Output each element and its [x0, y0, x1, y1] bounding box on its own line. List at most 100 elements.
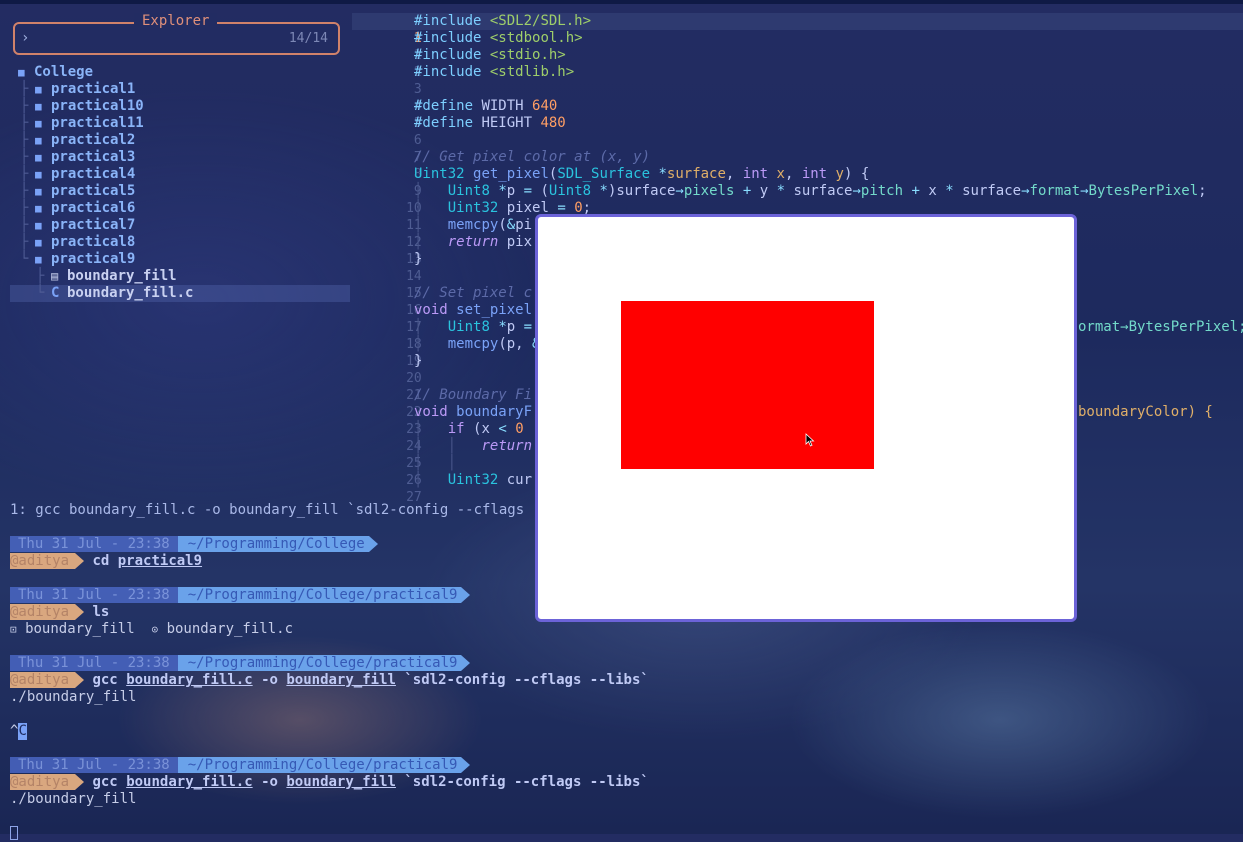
folder-label: practical10: [51, 98, 144, 114]
powerline-arrow-icon: [461, 757, 471, 773]
command-arg: boundary_fill.c: [126, 774, 253, 790]
code-line: 9 Uint32 get_pixel(SDL_Surface *surface,…: [352, 166, 1243, 199]
tree-guide: ├: [20, 183, 29, 199]
tree-guide: ├: [20, 217, 29, 233]
command: gcc: [92, 672, 118, 688]
tree-guide: └: [36, 285, 45, 301]
folder-open-icon: ■: [35, 253, 42, 266]
command-arg: boundary_fill.c: [126, 672, 253, 688]
tree-file-selected[interactable]: └ Cboundary_fill.c: [10, 285, 350, 302]
folder-label: practical9: [51, 251, 136, 267]
prompt-path: ~/Programming/College: [177, 536, 369, 552]
file-tree: ■ College ├ ■ practical1 ├ ■ practical10 ├ …: [0, 64, 350, 302]
command-line: @aditya gcc boundary_fill.c -o boundary_…: [10, 672, 1240, 689]
prompt-user: @aditya: [10, 774, 76, 790]
folder-label: practical1: [51, 81, 136, 97]
command-flag: -o: [261, 774, 278, 790]
code-line: 1 #include <stdbool.h>: [352, 30, 1243, 63]
tree-folder[interactable]: ├ ■ practical1: [0, 81, 350, 98]
code-line: 8 // Get pixel color at (x, y): [352, 149, 1243, 182]
code-fragment: ormat→BytesPerPixel;: [1078, 319, 1243, 335]
tree-folder[interactable]: ├ ■ practical6: [0, 200, 350, 217]
tree-guide: ├: [20, 98, 29, 114]
command-output: ./boundary_fill: [10, 791, 137, 807]
command: gcc: [92, 774, 118, 790]
powerline-arrow-icon: [461, 655, 471, 671]
command-arg: boundary_fill: [286, 774, 396, 790]
ls-entry: boundary_fill: [25, 621, 135, 637]
folder-icon: ■: [35, 151, 42, 164]
folder-icon: ■: [35, 168, 42, 181]
tree-folder[interactable]: ├ ■ practical4: [0, 166, 350, 183]
terminal-cursor-block: C: [18, 723, 27, 740]
tree-folder[interactable]: ├ ■ practical5: [0, 183, 350, 200]
powerline-arrow-icon: [75, 774, 85, 790]
tree-guide: ├: [20, 200, 29, 216]
c-file-icon: ⊙: [151, 623, 159, 636]
explorer-title: Explorer: [134, 13, 218, 29]
folder-icon: ■: [35, 100, 42, 113]
powerline-arrow-icon: [75, 553, 85, 569]
ls-entry: boundary_fill.c: [166, 621, 293, 637]
terminal-cursor: [10, 826, 18, 840]
tree-folder[interactable]: ├ ■ practical2: [0, 132, 350, 149]
tree-folder[interactable]: ├ ■ practical11: [0, 115, 350, 132]
tree-guide: ├: [20, 115, 29, 131]
command-subshell: `sdl2-config --cflags --libs`: [404, 774, 649, 790]
tree-file[interactable]: ├ ▤ boundary_fill: [0, 268, 350, 285]
command: cd: [92, 553, 110, 569]
powerline-arrow-icon: [461, 587, 471, 603]
tree-guide: ├: [36, 268, 45, 284]
folder-label: practical2: [51, 132, 136, 148]
folder-icon: ■: [35, 83, 42, 96]
interrupt-text: ^C: [10, 723, 27, 740]
code-line: 6 #define HEIGHT 480: [352, 115, 1243, 148]
prompt-date: Thu 31 Jul - 23:38: [10, 536, 178, 552]
tree-guide: ├: [20, 166, 29, 182]
prompt-path: ~/Programming/College/practical9: [177, 655, 462, 671]
tree-guide: ├: [20, 234, 29, 250]
tree-folder[interactable]: ├ ■ practical7: [0, 217, 350, 234]
code-line: 10 │ Uint8 *p = (Uint8 *)surface→pixels …: [352, 183, 1243, 216]
command: ls: [92, 604, 110, 620]
folder-label: practical8: [51, 234, 136, 250]
file-explorer: › 14/14 Explorer ■ College ├ ■ practical1 …: [0, 0, 350, 490]
prompt-user: @aditya: [10, 553, 76, 569]
folder-icon: ■: [35, 202, 42, 215]
filled-rectangle: [621, 301, 874, 469]
document-icon: ▤: [51, 269, 59, 283]
tree-folder[interactable]: ├ ■ practical8: [0, 234, 350, 251]
folder-label: practical6: [51, 200, 136, 216]
folder-label: practical7: [51, 217, 136, 233]
tree-folder[interactable]: ├ ■ practical10: [0, 98, 350, 115]
code-line: 1 #include <SDL2/SDL.h>: [352, 13, 1243, 46]
command-subshell: `sdl2-config --cflags --libs`: [404, 672, 649, 688]
file-icon: ⊡: [10, 623, 17, 636]
folder-label: practical3: [51, 149, 136, 165]
prompt-bar: Thu 31 Jul - 23:38 ~/Programming/College/…: [10, 655, 1240, 672]
c-file-icon: C: [51, 285, 60, 301]
tree-root-college[interactable]: ■ College: [0, 64, 350, 81]
code-line: 4: [352, 81, 1243, 114]
command-arg: boundary_fill: [286, 672, 396, 688]
prompt-date: Thu 31 Jul - 23:38: [10, 587, 178, 603]
mouse-pointer-icon: [805, 433, 815, 447]
prompt-date: Thu 31 Jul - 23:38: [10, 757, 178, 773]
tree-guide: └: [20, 251, 29, 267]
tree-folder[interactable]: └ ■ practical9: [0, 251, 350, 268]
chevron-right-icon: ›: [21, 30, 30, 46]
folder-icon: ■: [35, 134, 42, 147]
ls-output: ⊡ boundary_fill ⊙ boundary_fill.c: [10, 621, 1240, 638]
tree-guide: ├: [20, 132, 29, 148]
prompt-path: ~/Programming/College/practical9: [177, 587, 462, 603]
code-line: 7: [352, 132, 1243, 165]
file-label: boundary_fill: [67, 268, 177, 284]
tree-folder[interactable]: ├ ■ practical3: [0, 149, 350, 166]
sdl-window[interactable]: [535, 214, 1077, 622]
tree-guide: ├: [20, 81, 29, 97]
prompt-bar: Thu 31 Jul - 23:38 ~/Programming/College/…: [10, 757, 1240, 774]
folder-label: practical4: [51, 166, 136, 182]
command-output: ./boundary_fill: [10, 689, 137, 705]
